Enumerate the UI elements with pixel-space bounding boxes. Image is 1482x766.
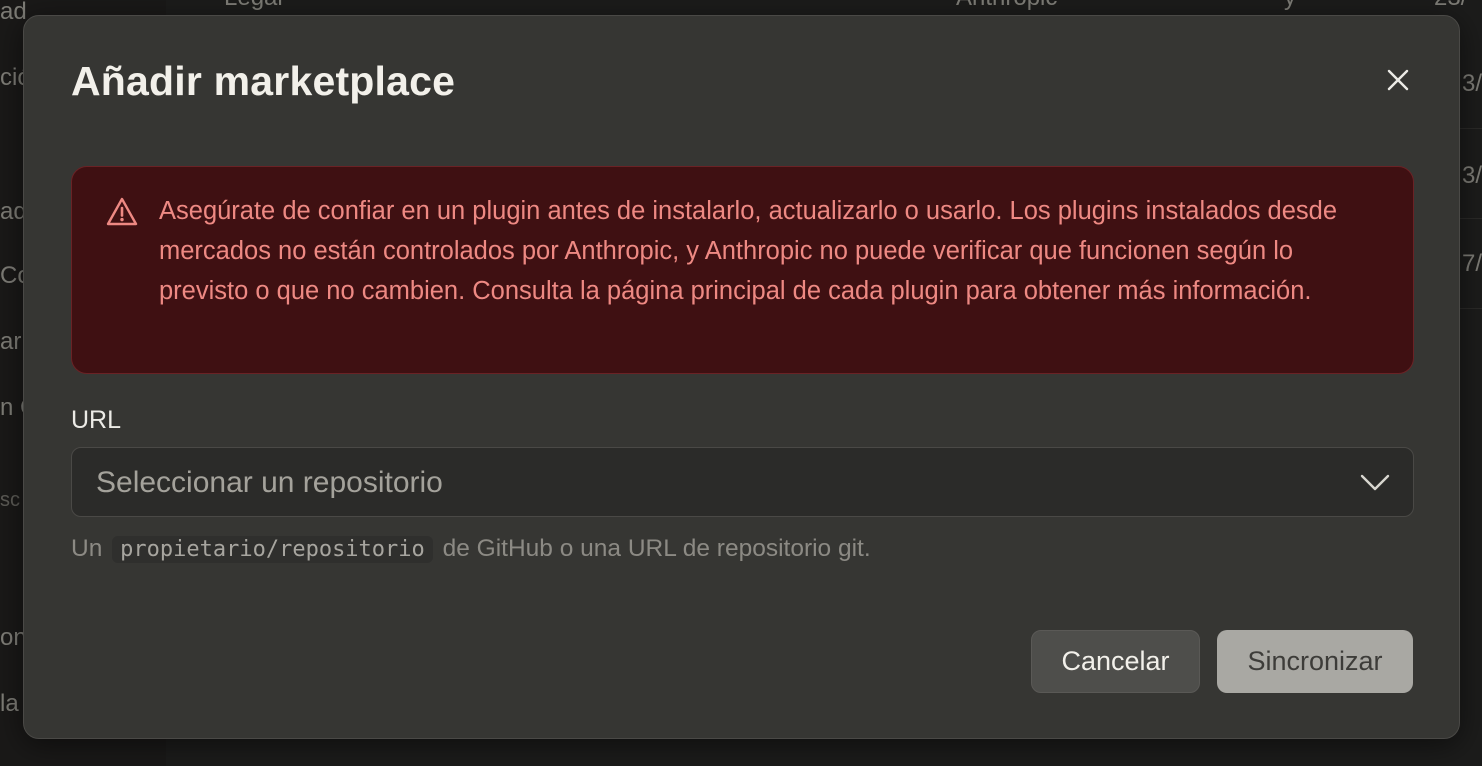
- cancel-button[interactable]: Cancelar: [1031, 630, 1200, 693]
- url-label: URL: [71, 406, 122, 434]
- close-button[interactable]: [1380, 62, 1416, 98]
- helper-prefix: Un: [71, 535, 103, 562]
- close-icon: [1387, 69, 1409, 91]
- helper-code: propietario/repositorio: [112, 536, 433, 563]
- repository-select-placeholder: Seleccionar un repositorio: [96, 466, 443, 499]
- sync-button[interactable]: Sincronizar: [1217, 630, 1413, 693]
- warning-callout: Asegúrate de confiar en un plugin antes …: [71, 166, 1414, 374]
- repository-select[interactable]: Seleccionar un repositorio: [71, 447, 1414, 517]
- warning-triangle-icon: [106, 197, 138, 226]
- dialog-title: Añadir marketplace: [71, 58, 456, 104]
- chevron-down-icon: [1360, 474, 1390, 491]
- add-marketplace-dialog: Añadir marketplace Asegúrate de confiar …: [23, 15, 1460, 739]
- url-helper-text: Un propietario/repositorio de GitHub o u…: [71, 534, 871, 565]
- warning-message: Asegúrate de confiar en un plugin antes …: [159, 197, 1338, 305]
- helper-suffix: de GitHub o una URL de repositorio git.: [442, 535, 871, 562]
